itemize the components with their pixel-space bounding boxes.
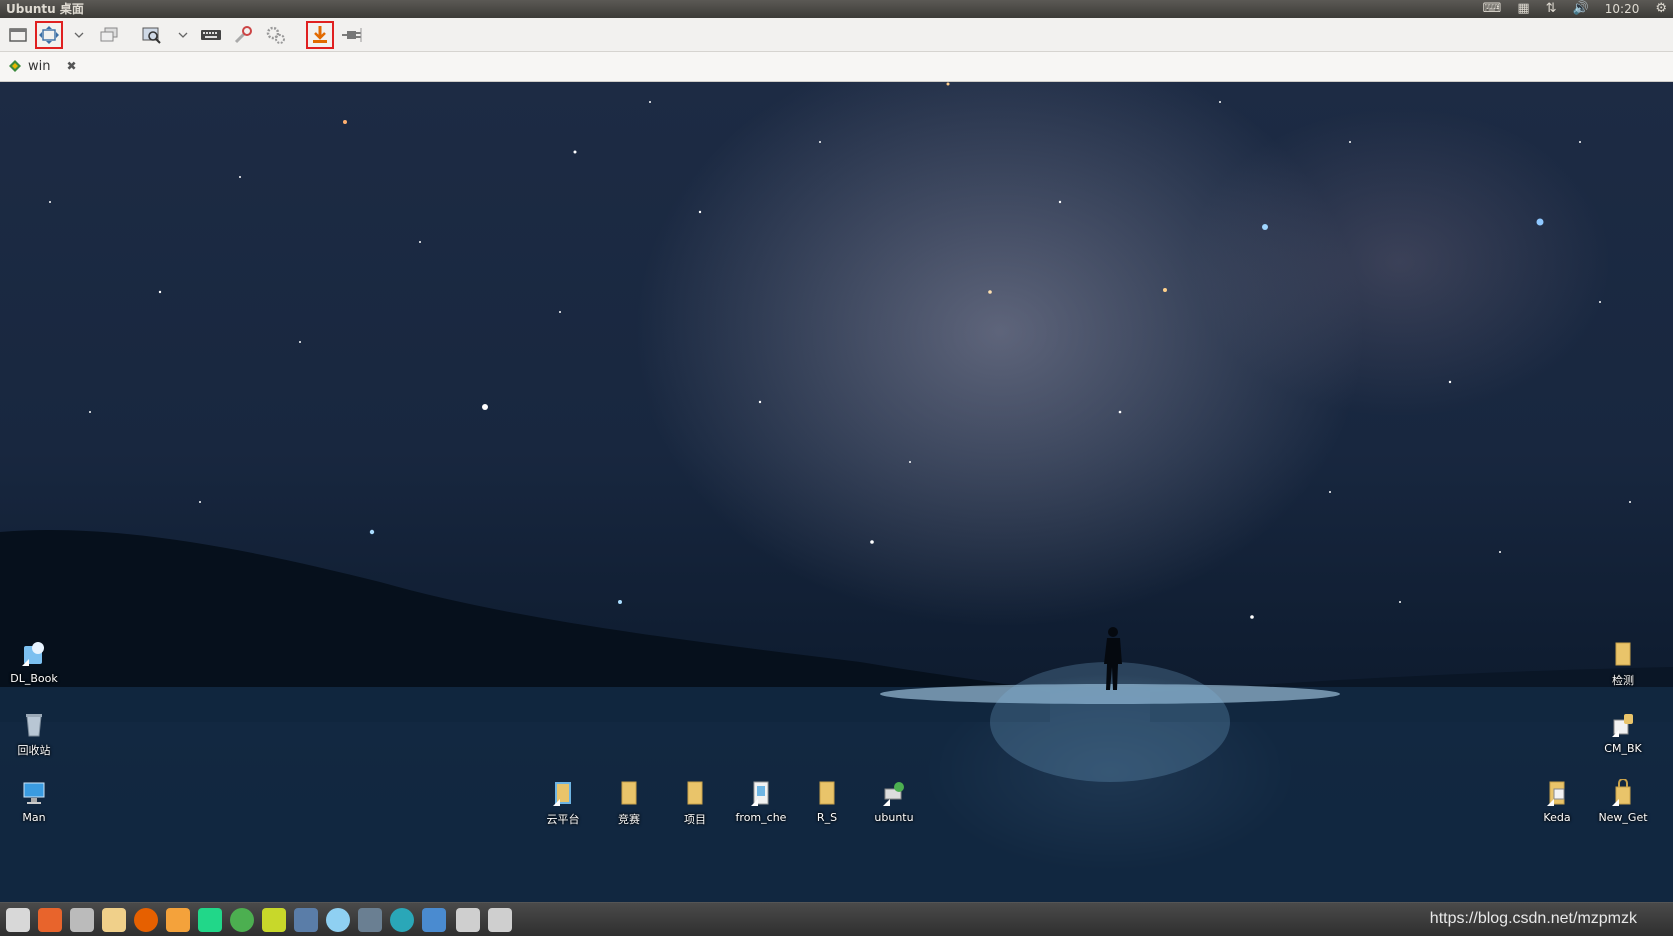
scale-dropdown-button[interactable] bbox=[176, 21, 190, 49]
system-monitor-icon[interactable] bbox=[358, 908, 382, 932]
firefox-icon[interactable] bbox=[134, 908, 158, 932]
scale-view-button[interactable] bbox=[138, 21, 166, 49]
fullscreen-button[interactable] bbox=[35, 21, 63, 49]
remote-toolbar bbox=[0, 18, 1673, 52]
desktop-icon-yunpingtai[interactable]: 云平台 bbox=[531, 779, 595, 827]
tab-label: win bbox=[28, 58, 51, 74]
desktop-icon-jiance[interactable]: 检测 bbox=[1591, 640, 1655, 688]
locked-folder-icon bbox=[1612, 779, 1631, 806]
drive-icon[interactable] bbox=[456, 908, 480, 932]
remmina-icon[interactable] bbox=[422, 908, 446, 932]
multi-monitor-button[interactable] bbox=[95, 21, 123, 49]
remote-connection-icon bbox=[9, 60, 21, 72]
chrome-icon[interactable] bbox=[230, 908, 254, 932]
download-arrow-icon bbox=[313, 26, 327, 43]
m-app-icon[interactable] bbox=[262, 908, 286, 932]
tools-button[interactable] bbox=[229, 21, 257, 49]
drive-icon-2[interactable] bbox=[488, 908, 512, 932]
network-icon[interactable]: ⇅ bbox=[1546, 0, 1557, 18]
desktop-icon-ubuntu[interactable]: ubuntu bbox=[862, 779, 926, 824]
volume-icon[interactable]: 🔊 bbox=[1573, 0, 1589, 18]
shortcut-folder-icon bbox=[751, 781, 769, 806]
desktop-icon-dl-book[interactable]: DL_Book bbox=[2, 640, 66, 685]
stars bbox=[49, 82, 1631, 619]
window-mode-icon bbox=[9, 28, 27, 42]
keyboard-icon[interactable]: ▦ bbox=[1517, 0, 1529, 18]
file-manager-icon[interactable] bbox=[102, 908, 126, 932]
clock[interactable]: 10:20 bbox=[1605, 0, 1640, 18]
t-app-icon[interactable] bbox=[390, 908, 414, 932]
system-tray: ⌨ ▦ ⇅ 🔊 10:20 ⚙ bbox=[1483, 0, 1667, 18]
shortcut-icon bbox=[22, 642, 44, 666]
desktop-icon-cm-bk[interactable]: CM_BK bbox=[1591, 710, 1655, 755]
minimize-download-button[interactable] bbox=[306, 21, 334, 49]
system-settings-icon[interactable] bbox=[70, 908, 94, 932]
tools-icon bbox=[234, 26, 252, 44]
shortcut-folder-icon bbox=[1547, 781, 1565, 806]
gears-icon bbox=[266, 26, 285, 44]
folder-icon bbox=[621, 781, 637, 805]
desktop-icon-jingsai[interactable]: 竞赛 bbox=[597, 779, 661, 827]
desktop-icon-new-get[interactable]: New_Get bbox=[1591, 779, 1655, 824]
remote-desktop[interactable]: DL_Book 回收站 Man 云平台 竞赛 项目 from_che R_S u… bbox=[0, 82, 1673, 902]
snowflake-app-icon[interactable] bbox=[326, 908, 350, 932]
tab-close-icon[interactable]: ✖ bbox=[66, 59, 76, 73]
desktop-icon-from-che[interactable]: from_che bbox=[729, 779, 793, 824]
window-title: Ubuntu 桌面 bbox=[6, 2, 84, 16]
chevron-down-icon bbox=[74, 32, 84, 38]
network-drive-icon bbox=[883, 782, 904, 806]
top-panel: Ubuntu 桌面 ⌨ ▦ ⇅ 🔊 10:20 ⚙ bbox=[0, 0, 1673, 18]
keyboard-icon bbox=[201, 30, 221, 40]
pycharm-icon[interactable] bbox=[198, 908, 222, 932]
desktop-icon-xiangmu[interactable]: 项目 bbox=[663, 779, 727, 827]
shortcut-folder-icon bbox=[553, 782, 571, 806]
preferences-button[interactable] bbox=[262, 21, 290, 49]
sublime-text-icon[interactable] bbox=[166, 908, 190, 932]
tab-win[interactable]: win ✖ bbox=[4, 54, 85, 78]
fullscreen-icon bbox=[39, 26, 59, 44]
disconnect-plug-icon bbox=[342, 28, 362, 42]
computer-icon bbox=[23, 782, 45, 804]
folder-icon bbox=[687, 781, 703, 805]
fullscreen-dropdown-button[interactable] bbox=[72, 21, 86, 49]
folder-icon bbox=[1615, 642, 1631, 666]
desktop-icon-keda[interactable]: Keda bbox=[1525, 779, 1589, 824]
send-keys-button[interactable] bbox=[197, 21, 225, 49]
watermark: https://blog.csdn.net/mzpmzk bbox=[1429, 910, 1637, 927]
desktop-icon-recycle-bin[interactable]: 回收站 bbox=[2, 710, 66, 758]
start-menu-icon[interactable] bbox=[6, 908, 30, 932]
chevron-down-icon bbox=[178, 32, 188, 38]
desktop-icon-man[interactable]: Man bbox=[2, 779, 66, 824]
window-mode-button[interactable] bbox=[4, 21, 32, 49]
multi-window-icon bbox=[100, 27, 118, 42]
input-method-icon[interactable]: ⌨ bbox=[1483, 0, 1502, 18]
settings-gear-icon[interactable]: ⚙ bbox=[1655, 0, 1667, 18]
folder-icon bbox=[819, 781, 835, 805]
taskbar: https://blog.csdn.net/mzpmzk bbox=[0, 902, 1673, 936]
locked-folder-icon bbox=[1612, 714, 1633, 737]
disconnect-button[interactable] bbox=[338, 21, 366, 49]
remote-viewer-icon[interactable] bbox=[294, 908, 318, 932]
recycle-bin-icon bbox=[26, 714, 42, 737]
desktop-icon-r-s[interactable]: R_S bbox=[795, 779, 859, 824]
zoom-screen-icon bbox=[142, 27, 161, 44]
software-center-icon[interactable] bbox=[38, 908, 62, 932]
tab-bar: win ✖ bbox=[0, 52, 1673, 82]
